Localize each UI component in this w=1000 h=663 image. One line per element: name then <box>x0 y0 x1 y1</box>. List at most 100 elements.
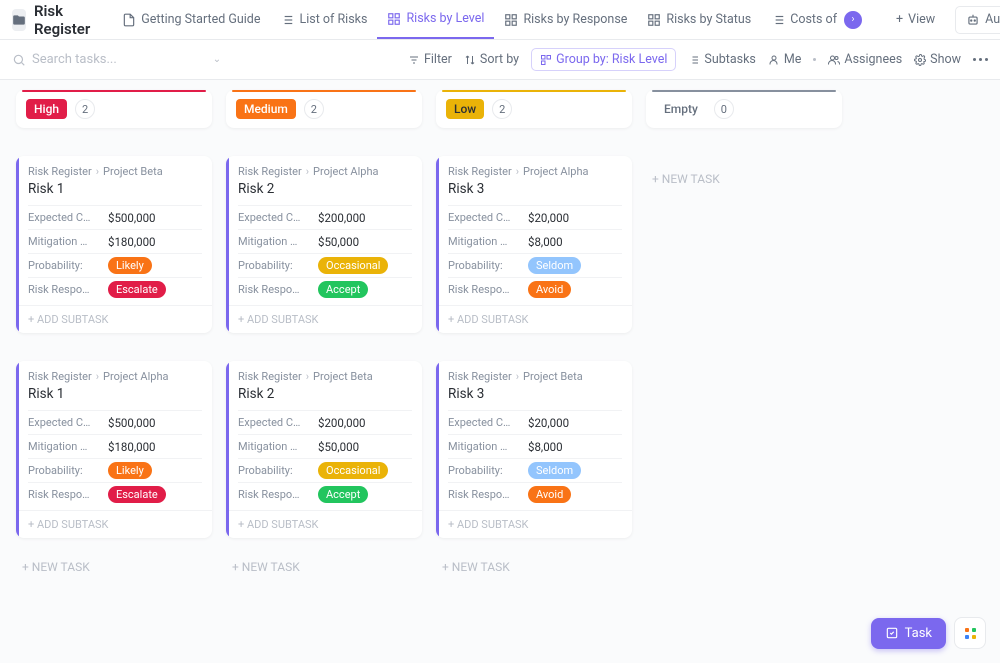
tab-costs-of[interactable]: Costs of › <box>761 0 872 39</box>
add-view-button[interactable]: + View <box>888 7 943 33</box>
field-row: Expected C… $500,000 <box>28 205 202 229</box>
robot-icon <box>966 13 980 27</box>
field-value: $50,000 <box>318 235 359 249</box>
column-name-pill: Medium <box>236 99 296 119</box>
more-tabs-icon[interactable]: › <box>844 11 862 29</box>
tab-list-of-risks[interactable]: List of Risks <box>270 0 377 39</box>
field-row: Expected C…$500,000 <box>28 410 202 434</box>
automate-button[interactable]: Automate ⌄ <box>955 6 1000 34</box>
me-button[interactable]: Me <box>768 52 802 67</box>
field-row: Risk Respo…Avoid <box>448 277 622 301</box>
breadcrumb: Risk Register›Project Beta <box>238 370 412 383</box>
new-task-button[interactable]: + NEW TASK <box>16 552 212 582</box>
field-row: Probability:Likely <box>28 253 202 277</box>
field-row: Probability: Occasional <box>238 253 412 277</box>
tab-getting-started[interactable]: Getting Started Guide <box>112 0 270 39</box>
field-row: Mitigation …$8,000 <box>448 434 622 458</box>
gear-icon <box>914 54 926 66</box>
column-header[interactable]: Empty0 <box>646 90 842 128</box>
new-task-fab[interactable]: Task <box>871 618 946 649</box>
field-row: Risk Respo…Accept <box>238 482 412 506</box>
add-subtask-button[interactable]: + ADD SUBTASK <box>436 510 632 538</box>
group-icon <box>540 54 552 66</box>
toolbar-right: Filter Sort by Group by: Risk Level Subt… <box>408 48 988 71</box>
field-value: $8,000 <box>528 235 563 249</box>
field-label: Expected C… <box>448 416 520 429</box>
field-row: Risk Respo…Accept <box>238 277 412 301</box>
field-label: Probability: <box>448 259 520 272</box>
field-label: Expected C… <box>28 211 100 224</box>
search-icon <box>12 53 26 67</box>
field-row: Risk Respo…Avoid <box>448 482 622 506</box>
folder-icon <box>12 9 26 31</box>
search-input[interactable]: Search tasks... ⌄ <box>12 52 221 67</box>
card-title: Risk 1 <box>28 181 202 197</box>
risk-card[interactable]: Risk Register›Project AlphaRisk 3Expecte… <box>436 156 632 333</box>
filter-button[interactable]: Filter <box>408 52 452 67</box>
add-subtask-button[interactable]: + ADD SUBTASK <box>226 510 422 538</box>
card-title: Risk 3 <box>448 181 622 197</box>
add-subtask-button[interactable]: + ADD SUBTASK <box>16 305 212 333</box>
field-row: Probability:Likely <box>28 458 202 482</box>
status-badge: Occasional <box>318 257 388 274</box>
field-label: Expected C… <box>448 211 520 224</box>
more-options-button[interactable] <box>973 58 988 61</box>
field-label: Risk Respo… <box>238 283 310 296</box>
column-low: Low2 Risk Register›Project AlphaRisk 3Exp… <box>436 90 632 663</box>
field-value: $500,000 <box>108 211 156 225</box>
column-header[interactable]: Medium2 <box>226 90 422 128</box>
field-label: Mitigation … <box>238 235 310 248</box>
risk-card[interactable]: Risk Register›Project Beta Risk 1 Expected… <box>16 156 212 333</box>
risk-card[interactable]: Risk Register›Project AlphaRisk 1Expecte… <box>16 361 212 538</box>
subtasks-button[interactable]: Subtasks <box>688 52 755 67</box>
search-placeholder: Search tasks... <box>32 52 117 67</box>
sort-button[interactable]: Sort by <box>464 52 519 67</box>
add-subtask-button[interactable]: + ADD SUBTASK <box>436 305 632 333</box>
tab-risks-by-response[interactable]: Risks by Response <box>494 0 637 39</box>
add-subtask-button[interactable]: + ADD SUBTASK <box>226 305 422 333</box>
group-by-button[interactable]: Group by: Risk Level <box>531 48 676 71</box>
field-value: $50,000 <box>318 440 359 454</box>
field-row: Probability: Occasional <box>238 458 412 482</box>
risk-card[interactable]: Risk Register›Project BetaRisk 3Expected… <box>436 361 632 538</box>
field-label: Expected C… <box>238 211 310 224</box>
breadcrumb: Risk Register›Project Alpha <box>238 165 412 178</box>
field-label: Mitigation … <box>28 440 100 453</box>
field-value: $20,000 <box>528 211 569 225</box>
field-row: Expected C…$200,000 <box>238 410 412 434</box>
assignees-button[interactable]: Assignees <box>828 52 902 67</box>
field-row: Probability:Seldom <box>448 253 622 277</box>
field-label: Expected C… <box>238 416 310 429</box>
show-button[interactable]: Show <box>914 52 961 67</box>
filter-icon <box>408 54 420 66</box>
risk-card[interactable]: Risk Register›Project BetaRisk 2Expected… <box>226 361 422 538</box>
new-task-button[interactable]: + NEW TASK <box>436 552 632 582</box>
field-value: $180,000 <box>108 235 156 249</box>
column-header[interactable]: High2 <box>16 90 212 128</box>
risk-card[interactable]: Risk Register›Project AlphaRisk 2Expecte… <box>226 156 422 333</box>
field-row: Mitigation …$8,000 <box>448 229 622 253</box>
tab-risks-by-level[interactable]: Risks by Level <box>377 0 494 39</box>
card-title: Risk 1 <box>28 386 202 402</box>
separator-dot <box>813 58 816 61</box>
add-subtask-button[interactable]: + ADD SUBTASK <box>16 510 212 538</box>
new-task-button[interactable]: + NEW TASK <box>226 552 422 582</box>
field-row: Mitigation … $180,000 <box>28 229 202 253</box>
column-header[interactable]: Low2 <box>436 90 632 128</box>
status-badge: Avoid <box>528 281 571 298</box>
tab-risks-by-status[interactable]: Risks by Status <box>637 0 761 39</box>
field-label: Probability: <box>448 464 520 477</box>
column-count: 2 <box>492 99 512 119</box>
subtasks-icon <box>688 54 700 66</box>
breadcrumb: Risk Register›Project Beta <box>28 165 202 178</box>
card-title: Risk 3 <box>448 386 622 402</box>
tab-label: Risks by Response <box>523 12 627 27</box>
field-label: Probability: <box>238 259 310 272</box>
field-row: Probability:Seldom <box>448 458 622 482</box>
status-badge: Occasional <box>318 462 388 479</box>
new-task-button[interactable]: + NEW TASK <box>646 164 842 194</box>
field-label: Mitigation … <box>28 235 100 248</box>
field-label: Risk Respo… <box>28 283 100 296</box>
apps-button[interactable] <box>954 617 986 649</box>
field-label: Probability: <box>238 464 310 477</box>
